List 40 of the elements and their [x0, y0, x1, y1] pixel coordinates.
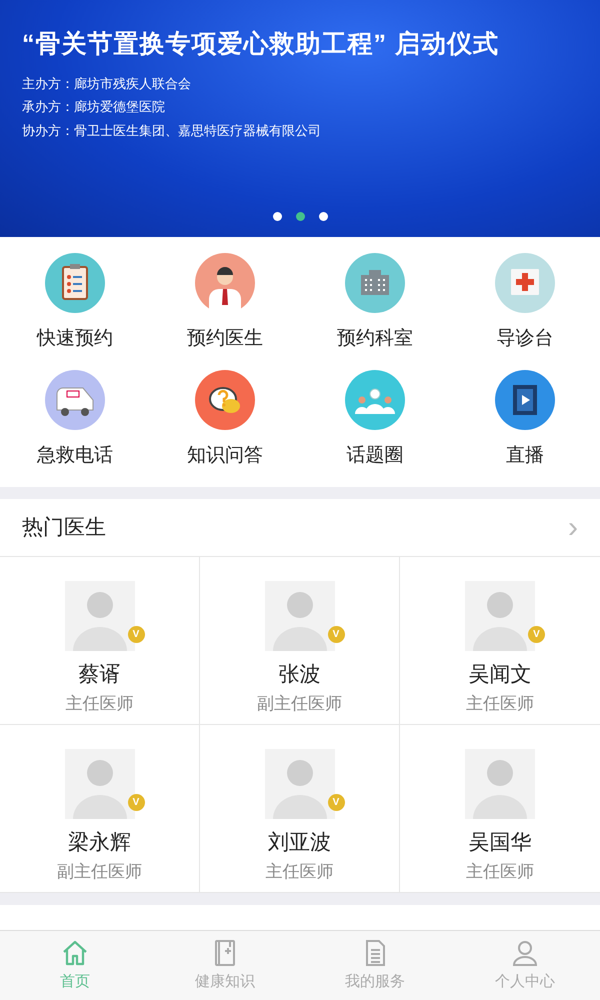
shortcut-button[interactable]: 知识问答 [150, 370, 300, 487]
doctor-card[interactable]: V 张波 副主任医师 [200, 557, 400, 725]
shortcut-button[interactable]: 预约医生 [150, 253, 300, 370]
doctor-title: 主任医师 [266, 860, 334, 882]
shortcut-button[interactable]: 话题圈 [300, 370, 450, 487]
banner-text: 承办方：廊坊爱德堡医院 [22, 98, 166, 116]
doctor-name: 蔡谞 [78, 662, 120, 688]
verified-badge: V [528, 626, 545, 643]
doctor-avatar [465, 581, 535, 651]
shortcut-button[interactable]: 导诊台 [450, 253, 600, 370]
doctor-avatar [465, 749, 535, 819]
doctor-avatar [264, 581, 334, 651]
doctor-card[interactable]: V 蔡谞 主任医师 [0, 557, 200, 725]
doctor-title: 副主任医师 [257, 692, 342, 714]
doctor-title: 副主任医师 [57, 860, 142, 882]
doctor-name: 刘亚波 [268, 830, 331, 856]
shortcut-button[interactable]: 预约科室 [300, 253, 450, 370]
banner-title: “骨关节置换专项爱心救助工程” 启动仪式 [22, 29, 500, 60]
doctor-card[interactable]: V 吴闻文 主任医师 [400, 557, 600, 725]
section-title: 热门医生 [22, 514, 106, 541]
doctor-name: 吴国华 [468, 830, 532, 856]
doctor-avatar [264, 749, 334, 819]
banner-text: 主办方：廊坊市残疾人联合会 [22, 74, 192, 92]
banner[interactable]: “骨关节置换专项爱心救助工程” 启动仪式 主办方：廊坊市残疾人联合会 承办方：廊坊爱德堡医院 协办方：骨卫士医生集团、嘉思特医疗器械有限公司 [0, 0, 600, 237]
doctor-title: 主任医师 [466, 860, 534, 882]
doctor-card[interactable]: V 刘亚波 主任医师 [200, 725, 400, 893]
doctor-card[interactable]: 吴国华 主任医师 [400, 725, 600, 893]
doctor-title: 主任医师 [466, 692, 534, 714]
doctor-name: 吴闻文 [468, 662, 532, 688]
doctor-avatar [64, 749, 134, 819]
doctor-title: 主任医师 [66, 692, 134, 714]
banner-text: 协办方：骨卫士医生集团、嘉思特医疗器械有限公司 [22, 122, 322, 140]
doctor-avatar [64, 581, 134, 651]
doctor-name: 张波 [278, 662, 320, 688]
section-header[interactable]: 热门医生 › [0, 499, 600, 557]
shortcut-button[interactable]: 快速预约 [0, 253, 150, 370]
shortcut-button[interactable]: 急救电话 [0, 370, 150, 487]
doctor-name: 梁永辉 [68, 830, 131, 856]
shortcut-button[interactable]: 直播 [450, 370, 600, 487]
doctor-card[interactable]: V 梁永辉 副主任医师 [0, 725, 200, 893]
